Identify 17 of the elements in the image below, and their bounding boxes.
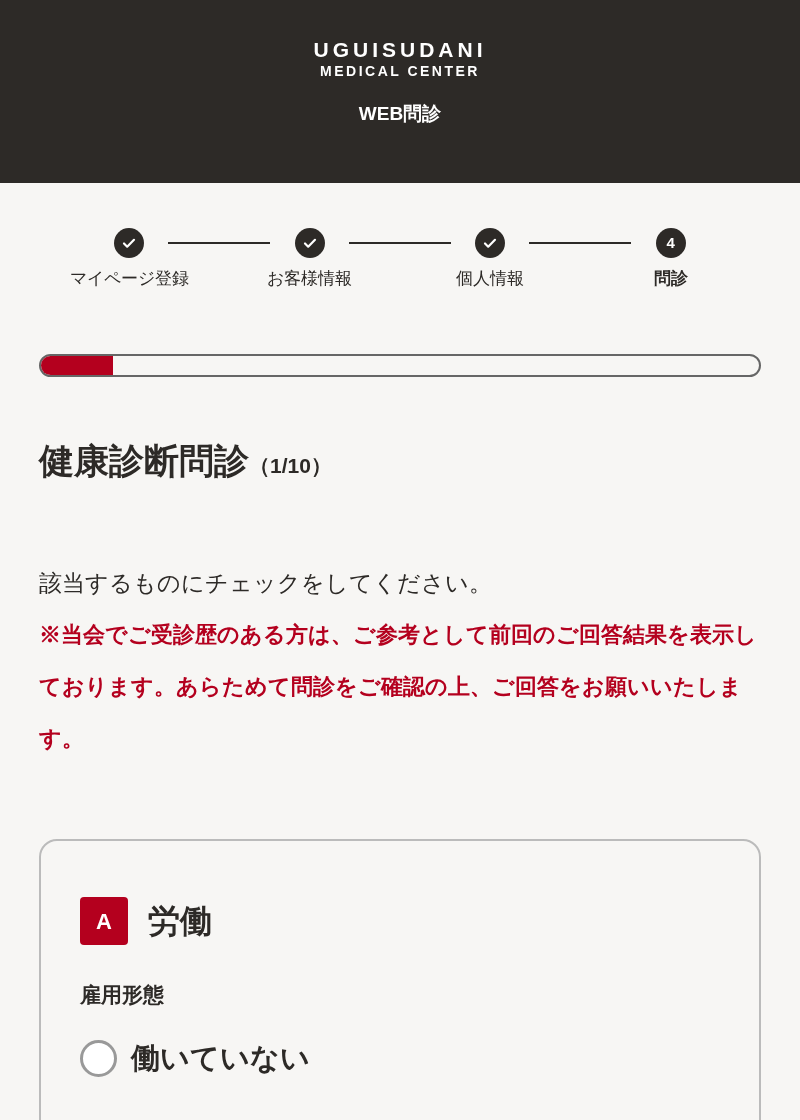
question-label: 雇用形態 <box>80 982 165 1008</box>
radio-button[interactable] <box>80 1039 117 1077</box>
step-label: 個人情報 <box>456 268 525 290</box>
radio-option[interactable]: 働いていない <box>80 1036 720 1080</box>
brand-subtitle: MEDICAL CENTER <box>320 62 480 80</box>
notice-text: ※当会でご受診歴のある方は、ご参考として前回のご回答結果を表示しております。あらためて問診をご確認の上、ご回答をお願いいたします。 <box>39 621 758 753</box>
step-label: マイページ登録 <box>69 268 189 290</box>
question-counter: （1/10） <box>249 452 332 479</box>
brand-name: UGUISUDANI <box>313 38 487 62</box>
step-number: 4 <box>666 232 675 253</box>
section-badge: A <box>80 897 128 945</box>
instruction-text: 該当するものにチェックをしてください。 <box>39 569 493 598</box>
step-label: 問診 <box>653 268 688 290</box>
page-title: WEB問診 <box>358 102 442 126</box>
step-label: お客様情報 <box>267 268 353 290</box>
section-title: 労働 <box>148 902 212 941</box>
page-heading: 健康診断問診 <box>39 439 249 482</box>
